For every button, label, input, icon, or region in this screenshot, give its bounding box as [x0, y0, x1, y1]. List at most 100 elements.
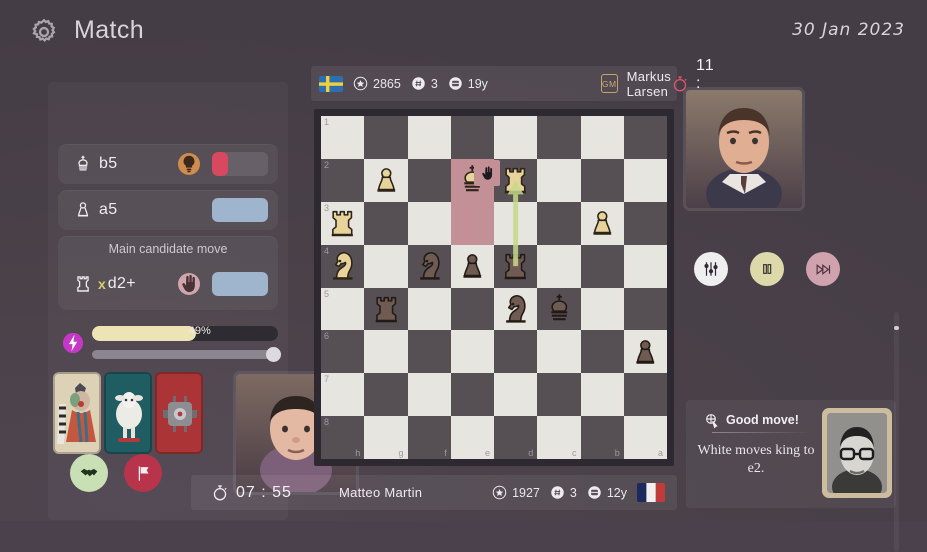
board-square-c1[interactable]: [537, 116, 581, 159]
board-square-g4[interactable]: [364, 244, 408, 288]
board-square-a6[interactable]: [623, 330, 667, 374]
board-square-f3[interactable]: [407, 201, 451, 245]
pause-button[interactable]: [750, 252, 784, 286]
board-square-c8[interactable]: c: [537, 416, 581, 459]
board-square-d4[interactable]: [494, 244, 538, 288]
top-bar: Match 30 Jan 2023: [0, 0, 927, 62]
board-square-c2[interactable]: [537, 158, 581, 202]
board-square-a2[interactable]: [623, 158, 667, 202]
board-square-b5[interactable]: [580, 287, 624, 331]
black-pawn[interactable]: [624, 330, 667, 373]
board-square-a4[interactable]: [623, 244, 667, 288]
board-square-f4[interactable]: [407, 244, 451, 288]
board-square-e6[interactable]: [450, 330, 494, 374]
white-knight[interactable]: [321, 245, 364, 288]
board-square-e4[interactable]: [450, 244, 494, 288]
move-option-1[interactable]: b5: [58, 144, 278, 184]
black-knight[interactable]: [408, 245, 451, 288]
board-square-g1[interactable]: [364, 116, 408, 159]
board-square-f1[interactable]: [407, 116, 451, 159]
black-rook[interactable]: [364, 288, 407, 331]
board-square-h7[interactable]: 7: [321, 373, 365, 417]
board-square-b4[interactable]: [580, 244, 624, 288]
board-square-e8[interactable]: e: [450, 416, 494, 459]
settings-sliders-button[interactable]: [694, 252, 728, 286]
board-square-h2[interactable]: 2: [321, 158, 365, 202]
board-square-h1[interactable]: 1: [321, 116, 365, 159]
opponent-avatar: [686, 90, 802, 208]
board-square-b8[interactable]: b: [580, 416, 624, 459]
black-knight[interactable]: [494, 288, 537, 331]
board-square-f8[interactable]: f: [407, 416, 451, 459]
board-square-d5[interactable]: [494, 287, 538, 331]
move-option-2[interactable]: a5: [58, 190, 278, 230]
black-king[interactable]: [537, 288, 580, 331]
match-screen: Match 30 Jan 2023 b5 a5 Main candidate m…: [0, 0, 927, 552]
board-square-e7[interactable]: [450, 373, 494, 417]
board-square-c7[interactable]: [537, 373, 581, 417]
board-square-c4[interactable]: [537, 244, 581, 288]
board-square-f6[interactable]: [407, 330, 451, 374]
board-square-e3[interactable]: [450, 201, 494, 245]
white-rook[interactable]: [321, 202, 364, 245]
main-candidate-move-card[interactable]: Main candidate move x d2+: [58, 236, 278, 310]
black-rook[interactable]: [494, 245, 537, 288]
board-square-b1[interactable]: [580, 116, 624, 159]
board-square-a3[interactable]: [623, 201, 667, 245]
board-square-a1[interactable]: [623, 116, 667, 159]
board-square-g8[interactable]: g: [364, 416, 408, 459]
board-square-a8[interactable]: a: [623, 416, 667, 459]
board-square-g3[interactable]: [364, 201, 408, 245]
board-square-b6[interactable]: [580, 330, 624, 374]
white-pawn[interactable]: [364, 159, 407, 202]
sheep-card[interactable]: [104, 372, 152, 454]
board-square-g6[interactable]: [364, 330, 408, 374]
power-slider[interactable]: [92, 347, 281, 362]
chessboard[interactable]: 12 345678h gfedcb a: [314, 109, 674, 466]
white-pawn[interactable]: [581, 202, 624, 245]
board-square-h6[interactable]: 6: [321, 330, 365, 374]
board-square-f5[interactable]: [407, 287, 451, 331]
board-square-h5[interactable]: 5: [321, 287, 365, 331]
commentary-heading: Good move!: [698, 412, 799, 430]
board-square-g5[interactable]: [364, 287, 408, 331]
robot-card[interactable]: [155, 372, 203, 454]
board-square-c5[interactable]: [537, 287, 581, 331]
board-square-e5[interactable]: [450, 287, 494, 331]
board-square-g7[interactable]: [364, 373, 408, 417]
pawn-icon: [72, 199, 94, 221]
black-pawn[interactable]: [451, 245, 494, 288]
board-square-b3[interactable]: [580, 201, 624, 245]
board-square-h4[interactable]: 4: [321, 244, 365, 288]
board-square-d6[interactable]: [494, 330, 538, 374]
board-square-a7[interactable]: [623, 373, 667, 417]
board-square-g2[interactable]: [364, 158, 408, 202]
commentary-box: Good move! White moves king to e2.: [686, 400, 896, 508]
board-square-d8[interactable]: d: [494, 416, 538, 459]
joker-card[interactable]: [53, 372, 101, 454]
board-square-c6[interactable]: [537, 330, 581, 374]
board-square-d7[interactable]: [494, 373, 538, 417]
board-square-f7[interactable]: [407, 373, 451, 417]
resign-button[interactable]: [124, 454, 162, 492]
board-square-e1[interactable]: [450, 116, 494, 159]
file-label: g: [398, 448, 404, 458]
board-square-h3[interactable]: 3: [321, 201, 365, 245]
hand-icon[interactable]: [178, 273, 200, 295]
target-cursor-icon: [704, 412, 720, 430]
lightbulb-icon[interactable]: [178, 153, 200, 175]
offer-draw-button[interactable]: [70, 454, 108, 492]
board-square-b2[interactable]: [580, 158, 624, 202]
board-square-f2[interactable]: [407, 158, 451, 202]
file-label: a: [657, 448, 663, 458]
board-square-d1[interactable]: [494, 116, 538, 159]
board-square-a5[interactable]: [623, 287, 667, 331]
board-grid[interactable]: 12 345678h gfedcb a: [321, 116, 667, 459]
board-square-h8[interactable]: 8h: [321, 416, 365, 459]
board-square-d3[interactable]: [494, 201, 538, 245]
fast-forward-button[interactable]: [806, 252, 840, 286]
board-square-b7[interactable]: [580, 373, 624, 417]
board-square-c3[interactable]: [537, 201, 581, 245]
rank-label: 2: [324, 159, 330, 170]
gear-icon[interactable]: [28, 16, 60, 48]
